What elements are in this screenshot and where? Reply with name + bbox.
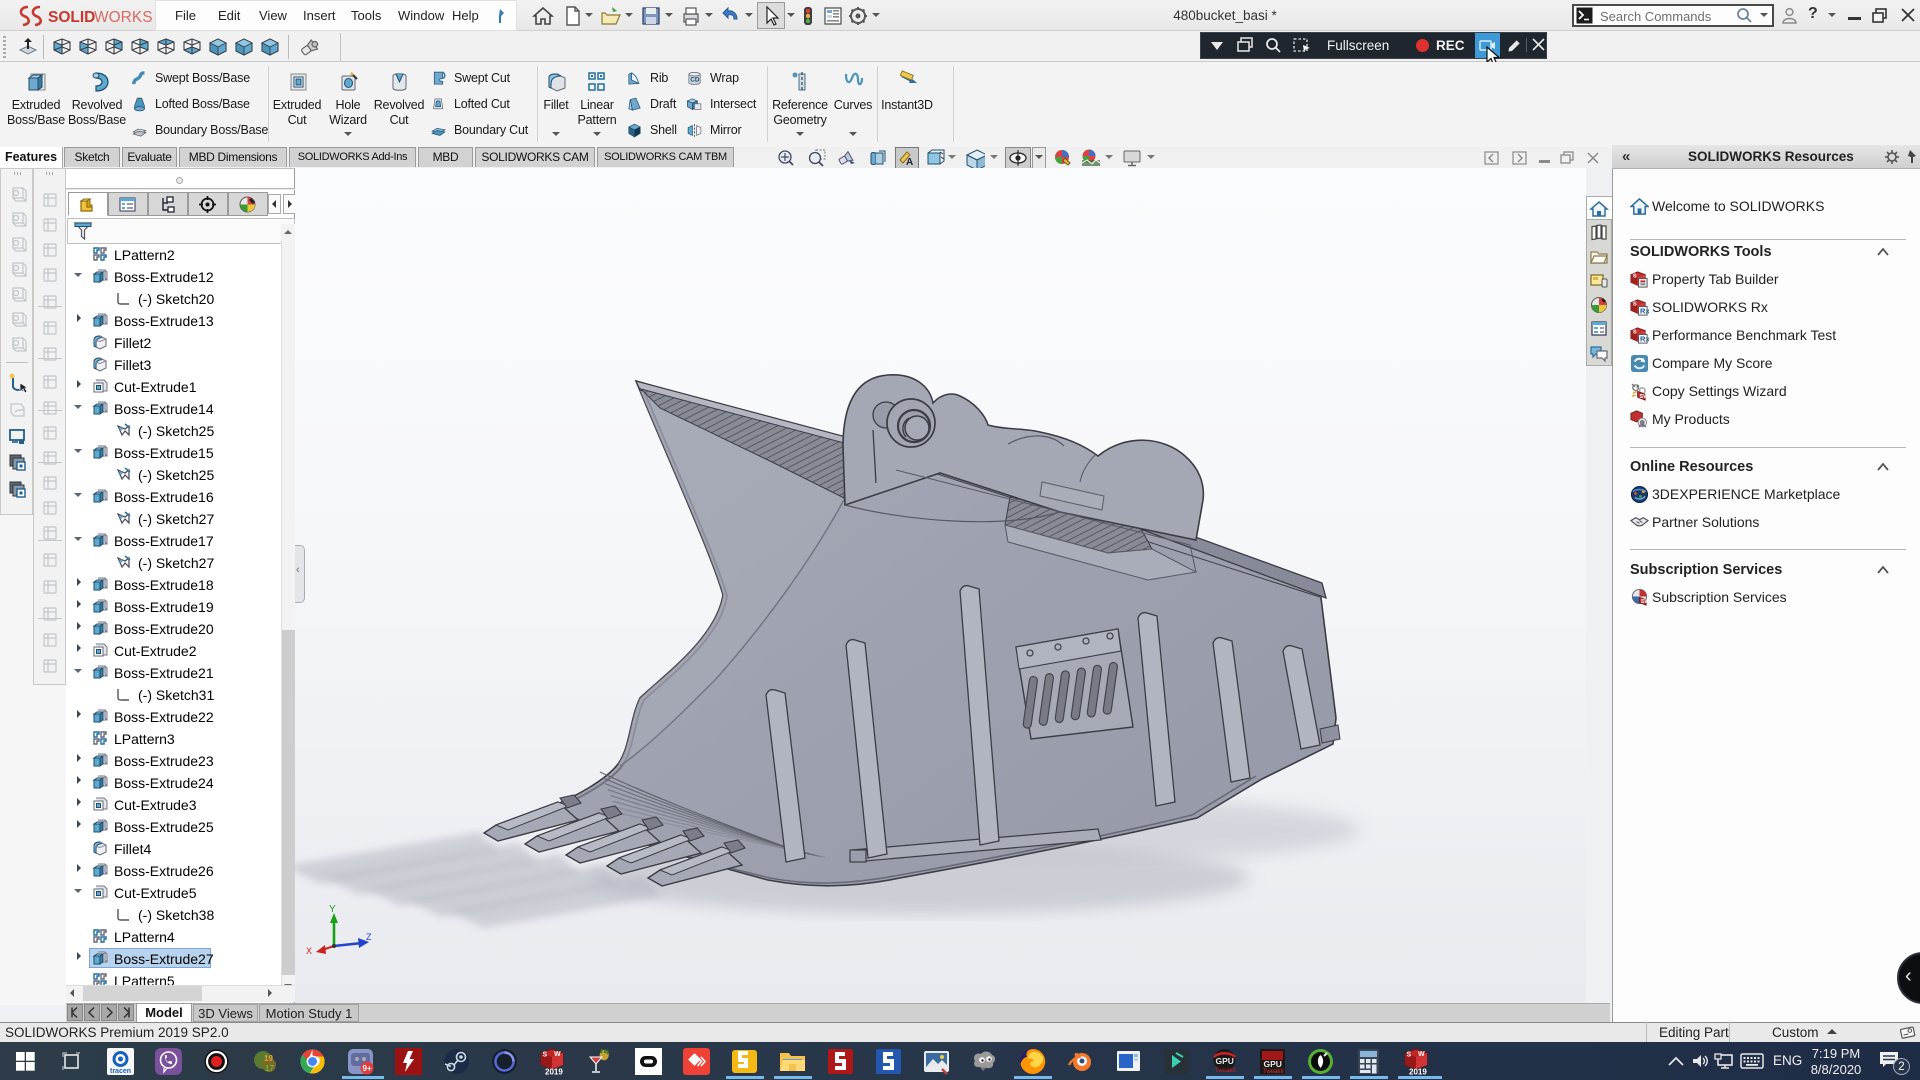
svg-text:Y: Y [329,904,336,915]
svg-text:S: S [1633,274,1637,280]
svg-text:SW: SW [1640,394,1650,400]
svg-text:SW: SW [1641,599,1649,605]
svg-text:X: X [306,946,312,956]
svg-text:GPU: GPU [1216,1056,1234,1066]
svg-text:W: W [1418,1051,1425,1058]
svg-text:WORKS: WORKS [94,9,153,26]
svg-text:Rx: Rx [1640,307,1649,316]
svg-text:A: A [906,157,913,168]
svg-text:2019: 2019 [545,1068,563,1077]
svg-text:GPU: GPU [1264,1059,1282,1069]
svg-text:17: 17 [265,1064,274,1073]
svg-text:9+: 9+ [363,1064,372,1073]
svg-text:tracen: tracen [110,1068,131,1075]
svg-text:CD: CD [690,76,700,83]
svg-text:S: S [1633,330,1637,336]
svg-text:S: S [543,1052,548,1059]
svg-text:2019: 2019 [1409,1068,1427,1077]
svg-text:Rx: Rx [1640,335,1649,344]
svg-text:S: S [1407,1052,1412,1059]
svg-text:W: W [554,1051,561,1058]
svg-text:TweakII: TweakII [1263,1069,1284,1075]
svg-text:SOLID: SOLID [48,9,95,26]
svg-text:S: S [1633,302,1637,308]
svg-text:Z: Z [366,932,372,942]
svg-text:19: 19 [264,1054,273,1063]
svg-text:TweakII: TweakII [1215,1068,1236,1074]
